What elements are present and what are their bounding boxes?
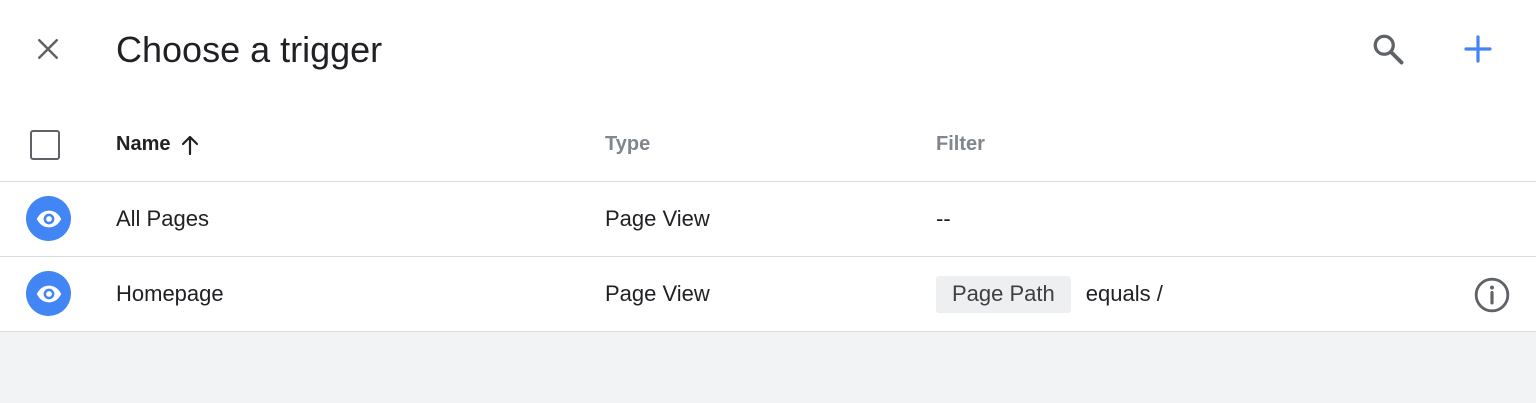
select-all-checkbox[interactable]	[30, 129, 60, 160]
add-trigger-button[interactable]	[1454, 25, 1502, 73]
panel-header: Choose a trigger	[0, 0, 1536, 100]
table-row[interactable]: All Pages Page View --	[0, 182, 1536, 257]
trigger-name: Homepage	[116, 281, 224, 306]
column-header-name[interactable]: Name	[116, 108, 200, 181]
column-header-type[interactable]: Type	[605, 108, 650, 181]
eye-icon	[36, 210, 61, 227]
filter-condition: equals /	[1085, 281, 1163, 306]
trigger-table: Name Type Filter All Pages Page View -- …	[0, 108, 1536, 332]
trigger-filter: Page Path equals /	[936, 257, 1163, 331]
column-header-filter[interactable]: Filter	[936, 108, 985, 181]
select-all-cell	[30, 108, 66, 181]
info-icon	[1474, 277, 1510, 313]
add-icon	[1464, 35, 1492, 63]
search-icon	[1373, 34, 1404, 65]
column-header-name-label: Name	[116, 133, 171, 155]
page-title: Choose a trigger	[116, 29, 383, 70]
filter-variable-chip: Page Path	[936, 275, 1071, 313]
trigger-type: Page View	[605, 281, 710, 306]
table-header-row: Name Type Filter	[0, 108, 1536, 182]
trigger-type: Page View	[605, 206, 710, 231]
trigger-name: All Pages	[116, 206, 209, 231]
search-button[interactable]	[1364, 25, 1412, 73]
eye-icon	[36, 285, 61, 302]
trigger-picker-panel: Choose a trigger Name Type Filter All Pa…	[0, 0, 1536, 332]
close-icon	[38, 39, 58, 59]
trigger-filter: --	[936, 206, 951, 231]
preview-button[interactable]	[26, 196, 71, 241]
close-button[interactable]	[26, 27, 70, 71]
info-button[interactable]	[1472, 275, 1512, 315]
preview-button[interactable]	[26, 271, 71, 316]
table-row[interactable]: Homepage Page View Page Path equals /	[0, 257, 1536, 332]
arrow-up-icon	[180, 134, 200, 156]
